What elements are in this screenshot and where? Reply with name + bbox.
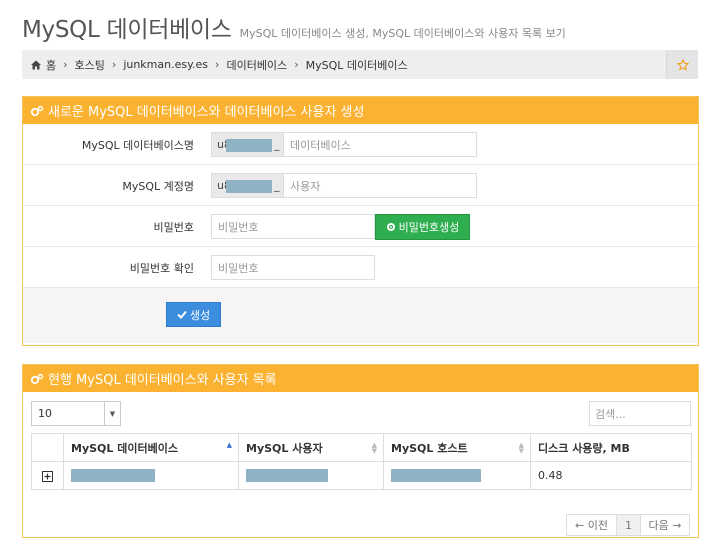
create-panel-heading: 새로운 MySQL 데이터베이스와 데이터베이스 사용자 생성 — [23, 97, 698, 124]
page-subtitle: MySQL 데이터베이스 생성, MySQL 데이터베이스와 사용자 목록 보기 — [239, 27, 566, 40]
user-name-group: u8 _ 사용자 — [211, 173, 477, 198]
gear-icon — [386, 223, 395, 231]
redacted-block — [71, 469, 155, 483]
breadcrumb-item[interactable]: 데이터베이스 — [226, 57, 287, 73]
expand-cell[interactable] — [31, 461, 64, 490]
page-title: MySQL 데이터베이스 — [22, 17, 232, 43]
cogs-icon — [30, 105, 44, 116]
next-page-button[interactable]: 다음 → — [640, 515, 689, 535]
column-header-user[interactable]: MySQL 사용자 ▲ ▼ — [238, 433, 384, 462]
db-name-group: u8 _ 데이터베이스 — [211, 132, 477, 157]
breadcrumb-separator: › — [111, 58, 117, 71]
breadcrumb-item[interactable]: 호스팅 — [75, 57, 105, 73]
create-form-footer: 생성 — [23, 288, 698, 343]
favorite-button[interactable] — [666, 50, 698, 79]
column-header-host[interactable]: MySQL 호스트 ▲ ▼ — [383, 433, 531, 462]
db-name-label: MySQL 데이터베이스명 — [81, 138, 194, 152]
password-input[interactable]: 비밀번호 — [211, 214, 375, 239]
password-confirm-row: 비밀번호 확인 비밀번호 — [23, 247, 698, 288]
create-database-panel: 새로운 MySQL 데이터베이스와 데이터베이스 사용자 생성 MySQL 데이… — [22, 96, 699, 346]
list-body: 10 ▼ 검색... MySQL 데이터베이스 ▲ MySQL 사용자 ▲▼ — [23, 392, 698, 548]
breadcrumb-separator: › — [215, 58, 220, 71]
user-name-input[interactable]: 사용자 — [283, 173, 477, 198]
user-name-row: MySQL 계정명 u8 _ 사용자 — [23, 165, 698, 206]
generate-password-label: 비밀번호생성 — [398, 221, 460, 234]
sort-icon: ▲ ▼ — [371, 441, 377, 455]
create-button-label: 생성 — [189, 308, 211, 322]
page-size-select[interactable]: 10 ▼ — [31, 401, 121, 426]
database-table: MySQL 데이터베이스 ▲ MySQL 사용자 ▲ ▼ MySQL 호스트 ▲ ▼… — [31, 433, 692, 490]
db-name-input[interactable]: 데이터베이스 — [283, 132, 477, 157]
breadcrumb: 홈 › 호스팅 › junkman.esy.es › 데이터베이스 › MySQ… — [22, 50, 698, 79]
breadcrumb-item[interactable]: junkman.esy.es — [123, 58, 208, 71]
redacted-block — [226, 139, 272, 152]
create-panel-title: 새로운 MySQL 데이터베이스와 데이터베이스 사용자 생성 — [48, 105, 365, 120]
check-icon — [177, 310, 187, 319]
breadcrumb-label: 홈 — [46, 58, 57, 72]
list-panel-heading: 현행 MySQL 데이터베이스와 사용자 목록 — [23, 365, 698, 392]
home-icon — [31, 60, 41, 69]
list-panel-title: 현행 MySQL 데이터베이스와 사용자 목록 — [48, 373, 277, 388]
generate-password-button[interactable]: 비밀번호생성 — [375, 214, 470, 240]
redacted-block — [226, 180, 272, 193]
expand-column-header — [31, 433, 64, 462]
cogs-icon — [30, 373, 44, 384]
redacted-block — [391, 469, 481, 483]
create-button[interactable]: 생성 — [166, 302, 221, 327]
plus-square-icon — [42, 470, 53, 482]
page-number-button[interactable]: 1 — [616, 515, 640, 535]
password-confirm-group: 비밀번호 — [211, 255, 375, 280]
user-prefix-suffix: _ — [274, 179, 280, 192]
password-group: 비밀번호 — [211, 214, 375, 239]
disk-usage-cell: 0.48 — [530, 461, 692, 490]
column-label: MySQL 데이터베이스 — [71, 441, 178, 455]
db-name-prefix: u8 _ — [211, 132, 283, 157]
user-name-label: MySQL 계정명 — [122, 179, 194, 193]
star-icon — [676, 58, 689, 71]
breadcrumb-separator: › — [294, 58, 299, 71]
table-row: 0.48 — [31, 461, 692, 490]
column-header-database[interactable]: MySQL 데이터베이스 ▲ — [63, 433, 239, 462]
password-label: 비밀번호 — [153, 220, 194, 234]
breadcrumb-separator: › — [63, 58, 68, 71]
column-label: MySQL 사용자 — [246, 441, 323, 455]
breadcrumb-current: MySQL 데이터베이스 — [305, 58, 408, 72]
breadcrumb-home[interactable]: 홈 — [31, 57, 56, 73]
search-input[interactable]: 검색... — [589, 401, 691, 426]
column-label: MySQL 호스트 — [391, 441, 468, 455]
sort-icon: ▲ ▼ — [518, 441, 524, 455]
table-header-row: MySQL 데이터베이스 ▲ MySQL 사용자 ▲ ▼ MySQL 호스트 ▲ ▼… — [31, 433, 692, 462]
page-header: MySQL 데이터베이스 MySQL 데이터베이스 생성, MySQL 데이터베… — [22, 10, 566, 44]
db-prefix-suffix: _ — [274, 138, 280, 151]
page-size-value: 10 — [38, 407, 52, 420]
password-confirm-label: 비밀번호 확인 — [129, 261, 194, 275]
db-name-row: MySQL 데이터베이스명 u8 _ 데이터베이스 — [23, 124, 698, 165]
column-label: 디스크 사용량, MB — [538, 441, 630, 455]
user-name-prefix: u8 _ — [211, 173, 283, 198]
redacted-block — [246, 469, 328, 483]
user-name-cell — [238, 461, 384, 490]
host-cell — [383, 461, 531, 490]
database-list-panel: 현행 MySQL 데이터베이스와 사용자 목록 10 ▼ 검색... MySQL… — [22, 364, 699, 538]
sort-icon: ▲ — [226, 441, 232, 449]
pagination: ← 이전 1 다음 → — [566, 514, 690, 536]
column-header-disk[interactable]: 디스크 사용량, MB — [530, 433, 692, 462]
chevron-down-icon: ▼ — [104, 402, 120, 425]
password-confirm-input[interactable]: 비밀번호 — [211, 255, 375, 280]
password-row: 비밀번호 비밀번호 비밀번호생성 — [23, 206, 698, 247]
prev-page-button[interactable]: ← 이전 — [567, 515, 616, 535]
database-name-cell — [63, 461, 239, 490]
